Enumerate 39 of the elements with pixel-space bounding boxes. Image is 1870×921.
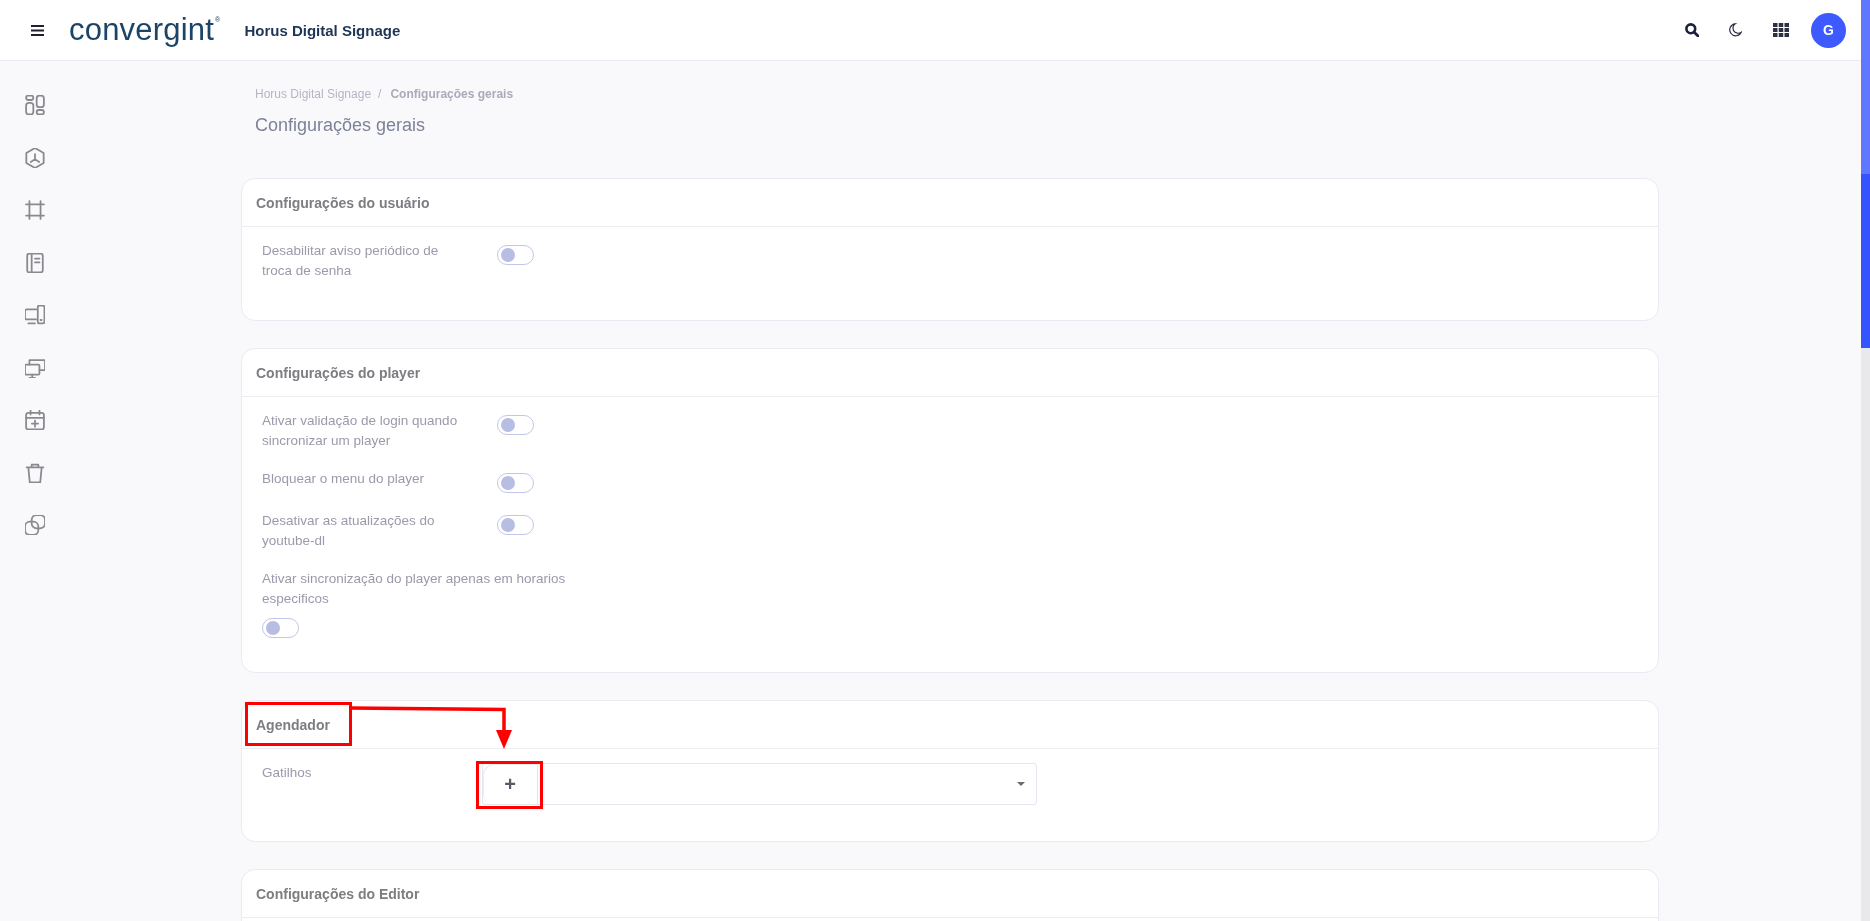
card-title: Configurações do usuário [256,194,430,211]
setting-label: Ativar validação de login quando sincronizar um player [262,412,459,450]
scrollbar[interactable] [1861,0,1870,921]
trash-icon[interactable] [25,462,45,483]
add-button[interactable]: + [483,764,538,804]
toggle-switch[interactable] [497,245,534,265]
layout-icon[interactable] [25,95,45,115]
app-title: Horus Digital Signage [244,21,401,39]
notebook-icon[interactable] [25,252,45,273]
page-title: Configurações gerais [255,114,426,137]
card-title: Configurações do player [256,364,421,381]
toggle-switch[interactable] [497,515,534,535]
search-icon[interactable] [1685,23,1699,37]
moon-icon[interactable] [1728,23,1742,37]
overlapping-squares-icon[interactable] [25,515,45,535]
setting-label: Ativar sincronização do player apenas em horarios especificos [262,570,567,608]
card-title: Configurações do Editor [256,885,420,902]
calendar-plus-icon[interactable] [25,410,45,430]
scrollbar-thumb[interactable] [1861,174,1870,348]
setting-label: Desativar as atualizações do youtube-dl [262,512,436,550]
breadcrumb-current: Configurações gerais [390,86,514,102]
avatar[interactable]: G [1811,12,1846,48]
card-title: Agendador [256,716,330,733]
hexagon-icon[interactable] [25,147,45,168]
logo: convergint$^{®}$ [69,12,221,48]
devices-icon[interactable] [25,305,45,325]
frame-icon[interactable] [25,200,45,220]
setting-label: Bloquear o menu do player [262,470,426,488]
caret-icon[interactable] [1017,782,1025,786]
setting-label: Gatilhos [262,764,313,782]
toggle-switch[interactable] [262,618,299,638]
toggle-switch[interactable] [497,415,534,435]
apps-grid-icon[interactable] [1773,23,1789,37]
toggle-switch[interactable] [497,473,534,493]
menu-icon[interactable] [31,24,44,36]
monitors-icon[interactable] [25,357,45,378]
breadcrumb-separator: / [378,86,382,102]
setting-label: Desabilitar aviso periódico de troca de senha [262,242,440,280]
select-field[interactable]: + [482,763,1037,805]
